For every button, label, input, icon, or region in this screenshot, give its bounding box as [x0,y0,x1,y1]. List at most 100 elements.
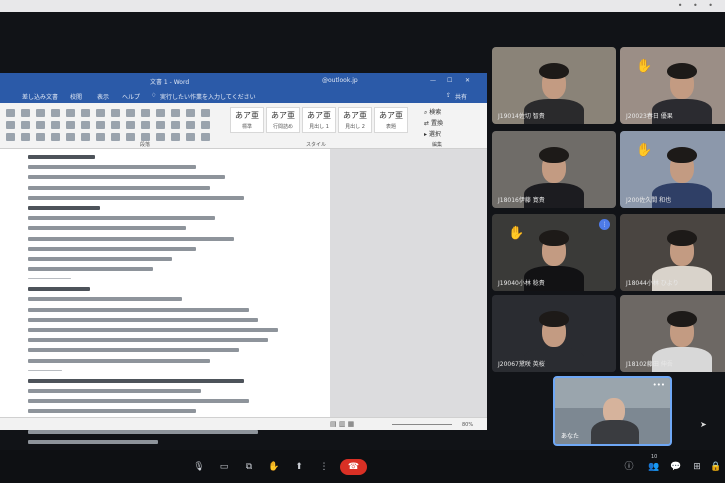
ribbon-tool-icon[interactable] [186,109,195,117]
participant-tile[interactable]: J19014佐切 智貴 [492,47,616,124]
document-page[interactable] [0,149,330,444]
doc-line-text [28,216,216,221]
menu-view[interactable]: 表示 [97,92,109,101]
ribbon-tool-icon[interactable] [111,109,120,117]
participant-tile[interactable]: ✋ ⋮ J19040小林 稔貴 [492,214,616,291]
ribbon-tool-icon[interactable] [201,121,210,129]
participant-tile[interactable]: J20067黛咲 英桜 [492,295,616,372]
doc-line-text [28,409,196,414]
ribbon-tool-icon[interactable] [21,109,30,117]
ribbon-tool-icon[interactable] [66,109,75,117]
maximize-icon[interactable]: ☐ [447,77,452,84]
zoom-slider[interactable] [392,424,452,425]
raise-hand-icon[interactable]: ✋ [266,460,282,474]
ribbon-tool-icon[interactable] [156,133,165,141]
style-title[interactable]: あア亜 表題 [374,107,408,133]
ribbon-tool-icon[interactable] [6,109,15,117]
ribbon-tool-icon[interactable] [111,133,120,141]
more-vert-icon[interactable]: ⋮ [316,460,332,474]
ribbon-tool-icon[interactable] [186,133,195,141]
present-icon[interactable]: ⬆ [291,460,307,474]
ribbon-tool-icon[interactable] [126,121,135,129]
participant-tile[interactable]: J18016伊藤 寛貴 [492,131,616,208]
doc-line-text [28,155,96,159]
ribbon-tool-icon[interactable] [66,121,75,129]
ribbon-tool-icon[interactable] [141,121,150,129]
participant-name: J18102藤田 伸吾 [626,361,673,368]
ribbon-tool-icon[interactable] [36,121,45,129]
camera-icon[interactable]: ▭ [216,460,232,474]
menu-mailings[interactable]: 差し込み文書 [22,92,58,101]
style-heading2[interactable]: あア亜 見出し 2 [338,107,372,133]
ribbon-tool-icon[interactable] [111,121,120,129]
ribbon-tool-icon[interactable] [96,133,105,141]
ribbon-tool-icon[interactable] [141,133,150,141]
ribbon-tool-icon[interactable] [171,133,180,141]
view-mode-icon[interactable]: ▤ ▥ ▦ [330,420,354,428]
minimize-icon[interactable]: — [430,77,436,84]
zoom-level[interactable]: 80% [462,422,473,428]
ribbon-tool-icon[interactable] [171,121,180,129]
ribbon-tool-icon[interactable] [201,133,210,141]
raised-hand-icon: ✋ [508,226,525,241]
word-menubar: 差し込み文書 校閲 表示 ヘルプ ♢ 実行したい作業を入力してください ⇪ 共有 [0,89,487,103]
ribbon-tool-icon[interactable] [51,121,60,129]
raised-hand-icon: ✋ [636,59,653,74]
ribbon-tool-icon[interactable] [81,133,90,141]
participant-tile[interactable]: J18044小林 ひより [620,214,725,291]
doc-line-text [28,185,211,190]
participant-tile[interactable]: ✋ J200佐久間 和也 [620,131,725,208]
menu-review[interactable]: 校閲 [70,92,82,101]
close-icon[interactable]: ✕ [465,77,470,84]
doc-line-text [28,165,196,170]
ribbon-tool-icon[interactable] [126,109,135,117]
ribbon-tool-icon[interactable] [141,109,150,117]
lock-icon[interactable]: 🔒 [708,460,724,474]
ribbon-tool-icon[interactable] [81,121,90,129]
ribbon-tool-icon[interactable] [6,121,15,129]
ribbon-tool-icon[interactable] [21,121,30,129]
end-call-icon[interactable]: ☎ [340,459,367,475]
ribbon-tool-icon[interactable] [6,133,15,141]
ribbon-tool-icon[interactable] [156,121,165,129]
activities-icon[interactable]: ⊞ [689,460,705,474]
find-button[interactable]: ⌕ 検索 [424,107,441,117]
select-button[interactable]: ▸ 選択 [424,129,441,138]
ribbon-tool-icon[interactable] [51,109,60,117]
ribbon-tool-icon[interactable] [126,133,135,141]
ribbon-tool-icon[interactable] [96,121,105,129]
info-icon[interactable]: ⓘ [621,460,637,474]
style-heading1[interactable]: あア亜 見出し 1 [302,107,336,133]
style-normal[interactable]: あア亜 標準 [230,107,264,133]
self-view-tile[interactable]: ••• あなた [553,376,672,446]
ribbon-tool-icon[interactable] [186,121,195,129]
share-icon[interactable]: ⇪ [446,92,451,99]
tell-me-box[interactable]: 実行したい作業を入力してください [160,92,256,101]
doc-line [28,216,330,224]
ribbon-tool-icon[interactable] [51,133,60,141]
ribbon-tool-icon[interactable] [66,133,75,141]
window-controls-icon[interactable]: • • • [678,1,717,10]
ribbon-tool-icon[interactable] [96,109,105,117]
ribbon-tool-icon[interactable] [21,133,30,141]
doc-line [28,226,330,234]
ribbon-tool-icon[interactable] [36,133,45,141]
menu-help[interactable]: ヘルプ [122,92,140,101]
people-icon[interactable]: 👥 [646,460,662,474]
chat-icon[interactable]: 💬 [668,460,684,474]
captions-icon[interactable]: ⧉ [241,460,257,474]
find-label: 検索 [429,109,442,116]
ribbon-tool-icon[interactable] [171,109,180,117]
ribbon-tool-icon[interactable] [201,109,210,117]
more-horiz-icon[interactable]: ••• [653,381,665,389]
share-button[interactable]: 共有 [455,92,467,101]
mic-icon[interactable]: 🎙 [191,460,207,474]
ribbon-tool-icon[interactable] [156,109,165,117]
replace-button[interactable]: ⇄ 置換 [424,118,443,127]
ribbon-tool-icon[interactable] [81,109,90,117]
participant-tile[interactable]: ✋ J20023春日 優果 [620,47,725,124]
doc-line-text [28,378,244,383]
style-no-spacing[interactable]: あア亜 行間詰め [266,107,300,133]
ribbon-tool-icon[interactable] [36,109,45,117]
participant-tile[interactable]: J18102藤田 伸吾 [620,295,725,372]
